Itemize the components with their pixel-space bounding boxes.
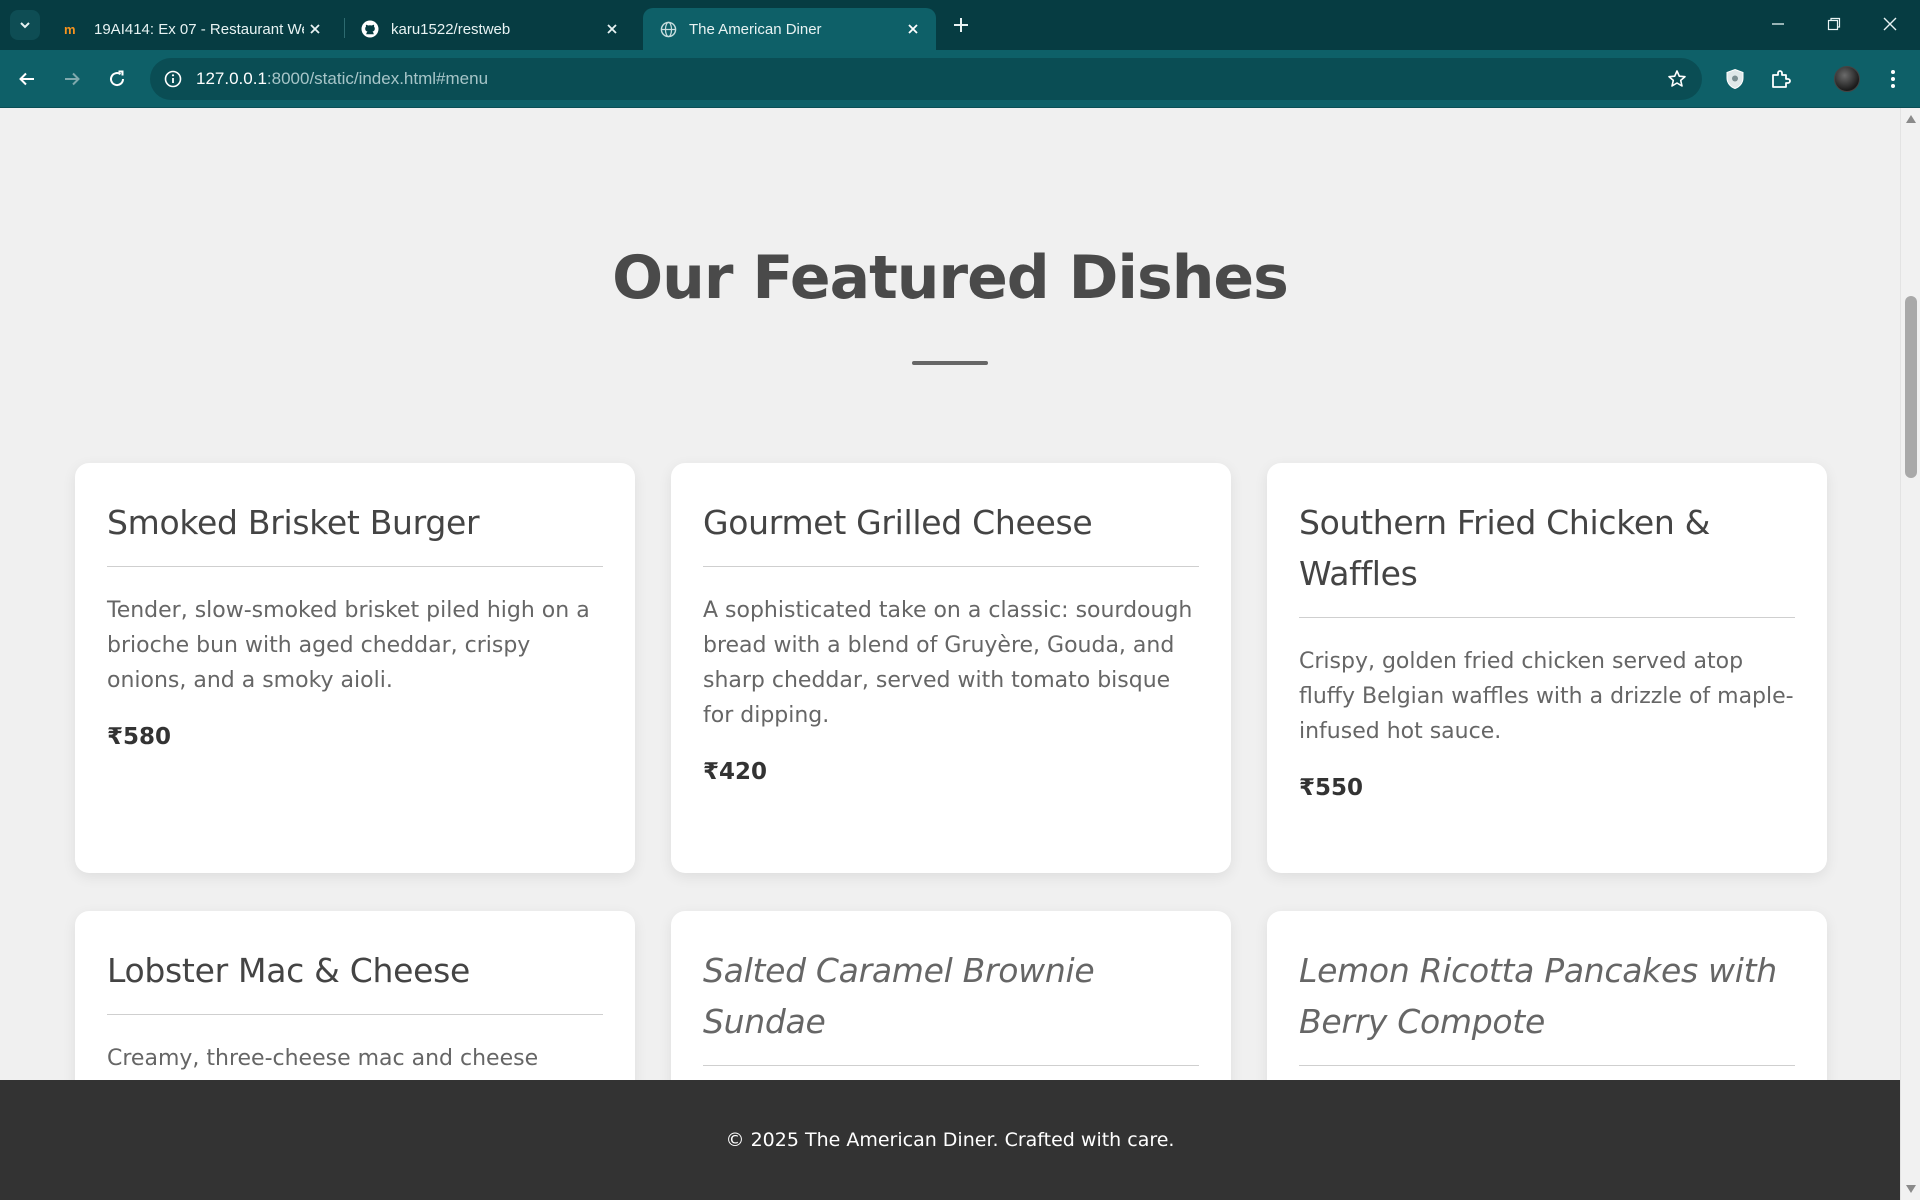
moodle-favicon-icon: m bbox=[64, 20, 82, 38]
title-underline bbox=[912, 361, 988, 365]
url-text[interactable]: 127.0.0.1:8000/static/index.html#menu bbox=[196, 69, 488, 89]
dish-name: Gourmet Grilled Cheese bbox=[703, 497, 1199, 567]
dish-description: Tender, slow-smoked brisket piled high o… bbox=[107, 598, 590, 693]
chevron-down-icon bbox=[20, 22, 30, 29]
site-info-icon[interactable] bbox=[162, 68, 184, 90]
plus-icon bbox=[954, 18, 968, 32]
svg-text:m: m bbox=[64, 22, 76, 36]
dish-name: Lemon Ricotta Pancakes with Berry Compot… bbox=[1299, 945, 1795, 1066]
dish-name: Salted Caramel Brownie Sundae bbox=[703, 945, 1199, 1066]
close-tab-icon[interactable] bbox=[902, 18, 924, 40]
tab-strip: m 19AI414: Ex 07 - Restaurant Web karu15… bbox=[0, 0, 1920, 50]
globe-icon bbox=[659, 20, 677, 38]
tab-restaurant-ex07[interactable]: m 19AI414: Ex 07 - Restaurant Web bbox=[48, 8, 338, 50]
close-tab-icon[interactable] bbox=[304, 18, 326, 40]
close-window-button[interactable] bbox=[1862, 0, 1918, 48]
tab-search-button[interactable] bbox=[10, 10, 40, 40]
vertical-scrollbar[interactable] bbox=[1900, 108, 1920, 1200]
kebab-menu-icon bbox=[1891, 70, 1895, 88]
dish-price: ₹420 bbox=[703, 759, 768, 785]
reload-icon bbox=[110, 70, 125, 87]
github-icon bbox=[361, 20, 379, 38]
arrow-left-icon bbox=[19, 72, 34, 86]
minimize-icon bbox=[1772, 23, 1784, 25]
dish-description: Creamy, three-cheese mac and cheese bbox=[107, 1046, 539, 1071]
tab-title: karu1522/restweb bbox=[391, 20, 511, 38]
dish-name: Southern Fried Chicken & Waffles bbox=[1299, 497, 1795, 618]
back-button[interactable] bbox=[10, 62, 44, 96]
privacy-shield-icon[interactable] bbox=[1720, 64, 1750, 94]
close-icon bbox=[1883, 17, 1897, 31]
url-host: 127.0.0.1 bbox=[196, 69, 267, 88]
scroll-down-arrow-icon[interactable] bbox=[1906, 1185, 1916, 1193]
reload-button[interactable] bbox=[100, 62, 134, 96]
page-viewport: Our Featured Dishes Smoked Brisket Burge… bbox=[0, 108, 1900, 1200]
close-tab-icon[interactable] bbox=[601, 18, 623, 40]
dish-card-smoked-brisket-burger: Smoked Brisket Burger Tender, slow-smoke… bbox=[75, 463, 635, 873]
extensions-puzzle-icon[interactable] bbox=[1766, 64, 1796, 94]
browser-menu-button[interactable] bbox=[1878, 64, 1908, 94]
dish-price: ₹580 bbox=[107, 724, 172, 750]
scrollbar-thumb[interactable] bbox=[1905, 296, 1917, 478]
footer-copyright: © 2025 The American Diner. Crafted with … bbox=[725, 1129, 1175, 1151]
address-bar[interactable]: 127.0.0.1:8000/static/index.html#menu bbox=[150, 58, 1702, 100]
forward-button[interactable] bbox=[55, 62, 89, 96]
dish-name: Lobster Mac & Cheese bbox=[107, 945, 603, 1015]
minimize-button[interactable] bbox=[1750, 0, 1806, 48]
tab-title: 19AI414: Ex 07 - Restaurant Web bbox=[94, 20, 304, 38]
tab-title: The American Diner bbox=[689, 20, 822, 38]
tab-github-restweb[interactable]: karu1522/restweb bbox=[345, 8, 635, 50]
dish-card-gourmet-grilled-cheese: Gourmet Grilled Cheese A sophisticated t… bbox=[671, 463, 1231, 873]
restore-button[interactable] bbox=[1806, 0, 1862, 48]
avatar bbox=[1834, 66, 1860, 92]
arrow-right-icon bbox=[65, 72, 80, 86]
restore-icon bbox=[1827, 17, 1841, 31]
url-path: :8000/static/index.html#menu bbox=[266, 69, 489, 88]
dish-name: Smoked Brisket Burger bbox=[107, 497, 603, 567]
profile-avatar[interactable] bbox=[1832, 64, 1862, 94]
scroll-up-arrow-icon[interactable] bbox=[1906, 115, 1916, 123]
bookmark-star-icon[interactable] bbox=[1666, 68, 1688, 90]
dish-description: Crispy, golden fried chicken served atop… bbox=[1299, 649, 1794, 744]
dish-price: ₹550 bbox=[1299, 775, 1364, 801]
tab-american-diner[interactable]: The American Diner bbox=[643, 8, 936, 50]
dish-description: A sophisticated take on a classic: sourd… bbox=[703, 598, 1193, 728]
section-title: Our Featured Dishes bbox=[612, 243, 1289, 313]
new-tab-button[interactable] bbox=[948, 12, 974, 38]
browser-toolbar: 127.0.0.1:8000/static/index.html#menu bbox=[0, 50, 1920, 108]
page-footer: © 2025 The American Diner. Crafted with … bbox=[0, 1080, 1900, 1200]
dish-card-southern-fried-chicken-waffles: Southern Fried Chicken & Waffles Crispy,… bbox=[1267, 463, 1827, 873]
